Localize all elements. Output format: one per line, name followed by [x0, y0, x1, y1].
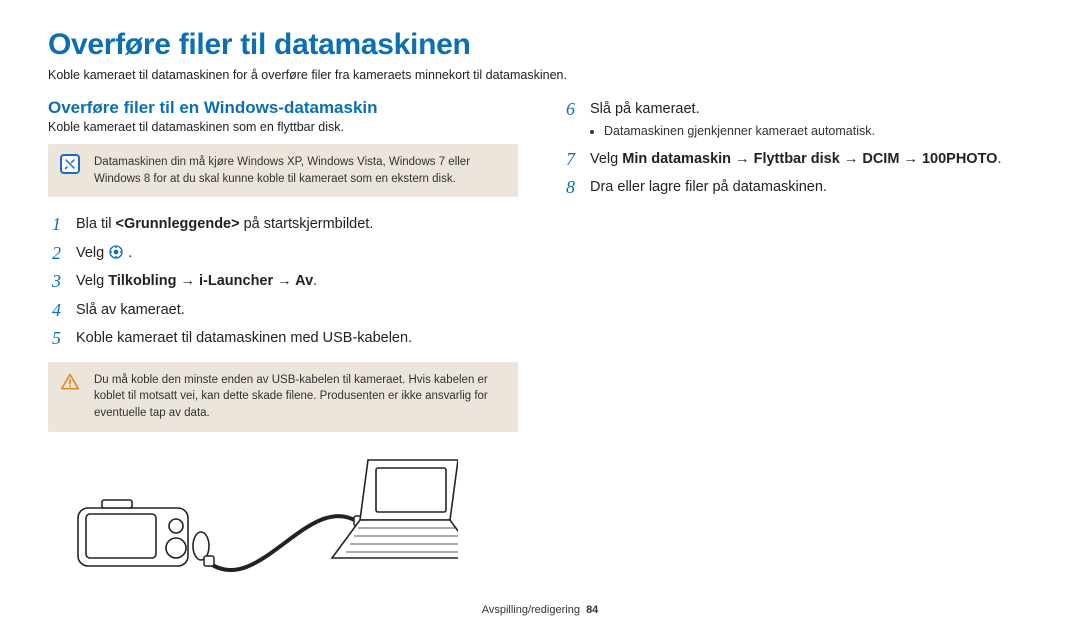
page-intro: Koble kameraet til datamaskinen for å ov… [48, 68, 1032, 82]
section-subintro: Koble kameraet til datamaskinen som en f… [48, 120, 518, 134]
warning-icon [60, 372, 80, 392]
step-5: Koble kameraet til datamaskinen med USB-… [48, 327, 518, 349]
steps-list-left: Bla til <Grunnleggende> på startskjermbi… [48, 213, 518, 349]
footer-page-number: 84 [586, 604, 598, 616]
step-5-text: Koble kameraet til datamaskinen med USB-… [76, 330, 412, 346]
info-note-box: Datamaskinen din må kjøre Windows XP, Wi… [48, 144, 518, 197]
warning-note-box: Du må koble den minste enden av USB-kabe… [48, 362, 518, 432]
step-7-text-c: . [997, 151, 1001, 167]
footer-section: Avspilling/redigering [482, 604, 580, 616]
step-7: Velg Min datamaskin → Flyttbar disk → DC… [562, 148, 1032, 170]
info-icon [60, 154, 80, 174]
step-6-bullet: Datamaskinen gjenkjenner kameraet automa… [604, 122, 1032, 141]
step-3-text-a: Velg [76, 273, 108, 289]
step-8-text: Dra eller lagre filer på datamaskinen. [590, 179, 827, 195]
two-column-layout: Overføre filer til en Windows-datamaskin… [48, 98, 1032, 585]
step-1: Bla til <Grunnleggende> på startskjermbi… [48, 213, 518, 235]
section-title: Overføre filer til en Windows-datamaskin [48, 98, 518, 118]
step-7-text-b: Min datamaskin → Flyttbar disk → DCIM → … [622, 151, 997, 167]
step-2: Velg . [48, 242, 518, 264]
step-4: Slå av kameraet. [48, 299, 518, 321]
camera-to-laptop-illustration [58, 450, 518, 585]
step-4-text: Slå av kameraet. [76, 302, 185, 318]
info-note-text: Datamaskinen din må kjøre Windows XP, Wi… [94, 156, 470, 185]
step-2-text: Velg [76, 245, 108, 261]
step-3-text-b: Tilkobling → i-Launcher → Av [108, 273, 313, 289]
left-column: Overføre filer til en Windows-datamaskin… [48, 98, 518, 585]
page-footer: Avspilling/redigering 84 [0, 604, 1080, 616]
steps-list-right: Slå på kameraet. Datamaskinen gjenkjenne… [562, 98, 1032, 199]
step-8: Dra eller lagre filer på datamaskinen. [562, 176, 1032, 198]
target-icon [108, 244, 124, 260]
step-1-text-b: <Grunnleggende> [116, 216, 240, 232]
page-title: Overføre filer til datamaskinen [48, 28, 1032, 62]
step-3: Velg Tilkobling → i-Launcher → Av. [48, 270, 518, 292]
step-1-text-c: på startskjermbildet. [240, 216, 374, 232]
step-6-text: Slå på kameraet. [590, 101, 700, 117]
step-3-text-c: . [313, 273, 317, 289]
step-6-sublist: Datamaskinen gjenkjenner kameraet automa… [604, 122, 1032, 141]
warning-note-text: Du må koble den minste enden av USB-kabe… [94, 374, 488, 419]
step-7-text-a: Velg [590, 151, 622, 167]
step-1-text-a: Bla til [76, 216, 116, 232]
step-6: Slå på kameraet. Datamaskinen gjenkjenne… [562, 98, 1032, 142]
right-column: Slå på kameraet. Datamaskinen gjenkjenne… [562, 98, 1032, 585]
